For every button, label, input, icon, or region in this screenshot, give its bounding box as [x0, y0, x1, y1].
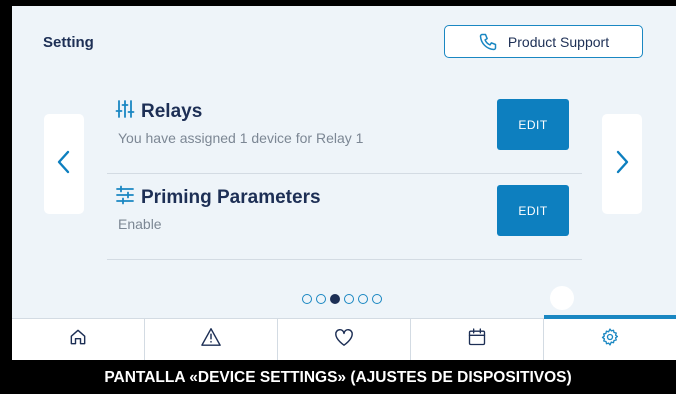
calendar-icon — [467, 327, 487, 352]
sliders-vertical-icon — [115, 99, 135, 124]
tab-calendar[interactable] — [411, 319, 544, 360]
priming-parameters-subtitle: Enable — [118, 216, 162, 232]
pagination-dots — [302, 294, 382, 304]
product-support-button[interactable]: Product Support — [444, 25, 643, 58]
relays-heading: Relays — [115, 99, 202, 124]
warning-icon — [200, 327, 222, 352]
previous-page-button[interactable] — [44, 114, 84, 214]
settings-gear-icon — [600, 327, 620, 352]
pagination-dot[interactable] — [344, 294, 354, 304]
next-page-button[interactable] — [602, 114, 642, 214]
priming-parameters-title: Priming Parameters — [141, 186, 321, 208]
priming-parameters-heading: Priming Parameters — [115, 185, 321, 210]
tab-settings[interactable] — [544, 315, 676, 360]
tab-favorites[interactable] — [278, 319, 411, 360]
phone-icon — [478, 32, 498, 52]
settings-screen: Setting Product Support Relays You have … — [12, 6, 676, 360]
heart-icon — [333, 327, 355, 352]
chevron-right-icon — [614, 149, 630, 180]
pagination-dot[interactable] — [358, 294, 368, 304]
pagination-dot[interactable] — [302, 294, 312, 304]
chevron-left-icon — [56, 149, 72, 180]
pagination-dot[interactable] — [372, 294, 382, 304]
tab-home[interactable] — [12, 319, 145, 360]
bottom-tab-bar — [12, 315, 676, 360]
sliders-horizontal-icon — [115, 185, 135, 210]
relays-subtitle: You have assigned 1 device for Relay 1 — [118, 130, 364, 146]
page-title: Setting — [43, 34, 94, 51]
edit-priming-parameters-button[interactable]: EDIT — [497, 185, 569, 236]
product-support-label: Product Support — [507, 33, 610, 50]
screen-caption: PANTALLA «DEVICE SETTINGS» (AJUSTES DE D… — [104, 369, 572, 386]
setting-row-relays: Relays You have assigned 1 device for Re… — [107, 88, 582, 174]
tab-alerts[interactable] — [145, 319, 278, 360]
decorative-circle — [550, 286, 574, 310]
edit-relays-button[interactable]: EDIT — [497, 99, 569, 150]
pagination-dot[interactable] — [330, 294, 340, 304]
home-icon — [68, 327, 88, 352]
device-frame: Setting Product Support Relays You have … — [0, 0, 676, 394]
relays-title: Relays — [141, 100, 203, 122]
pagination-dot[interactable] — [316, 294, 326, 304]
setting-row-priming-parameters: Priming Parameters Enable EDIT — [107, 174, 582, 260]
